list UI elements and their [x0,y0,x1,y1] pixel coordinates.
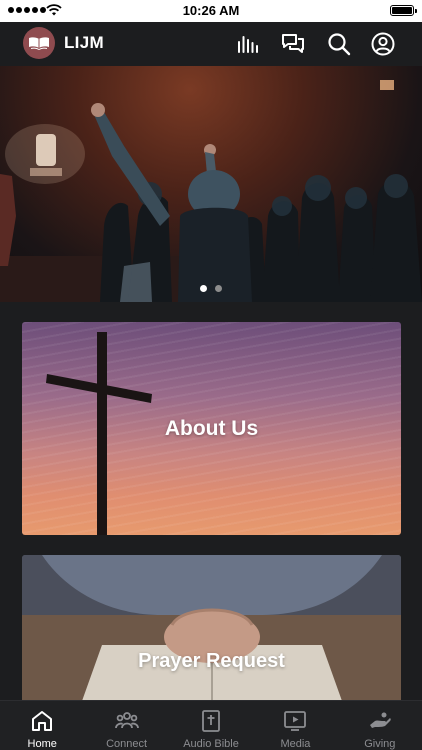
status-bar: 10:26 AM [0,0,422,22]
praying-hands-image [22,555,401,701]
battery-icon [390,5,417,16]
search-icon[interactable] [327,32,351,56]
bottom-tab-bar: Home Connect Audio Bible Media Giving [0,700,422,750]
hero-carousel[interactable] [0,66,422,302]
tab-home[interactable]: Home [0,701,84,750]
prayer-request-card[interactable]: Prayer Request [22,555,401,701]
about-us-card[interactable]: About Us [22,322,401,535]
giving-hand-icon [369,712,391,728]
tab-giving[interactable]: Giving [338,701,422,750]
tab-connect[interactable]: Connect [84,701,168,750]
tab-label-giving: Giving [364,738,396,750]
church-logo[interactable] [23,27,55,59]
worship-crowd-image [0,80,422,302]
tab-label-media: Media [280,738,311,750]
carousel-dot-1[interactable] [200,285,207,292]
carousel-pagination [0,285,422,292]
play-icon [284,711,307,731]
status-time: 10:26 AM [182,3,240,18]
tab-audio-bible[interactable]: Audio Bible [169,701,253,750]
open-book-icon [29,37,49,51]
chat-icon[interactable] [281,32,305,56]
app-header: LIJM [0,22,422,66]
carousel-dot-2[interactable] [215,285,222,292]
tab-label-home: Home [27,738,57,750]
app-title: LIJM [64,33,104,52]
profile-icon[interactable] [371,32,395,56]
tab-label-connect: Connect [106,738,148,750]
bible-icon [202,710,220,732]
prayer-request-title: Prayer Request [138,650,285,672]
audio-bars-icon[interactable] [236,32,260,56]
home-icon [32,711,53,731]
people-icon [114,712,139,729]
about-us-title: About Us [164,416,259,440]
tab-label-audio-bible: Audio Bible [183,738,239,750]
tab-media[interactable]: Media [253,701,337,750]
